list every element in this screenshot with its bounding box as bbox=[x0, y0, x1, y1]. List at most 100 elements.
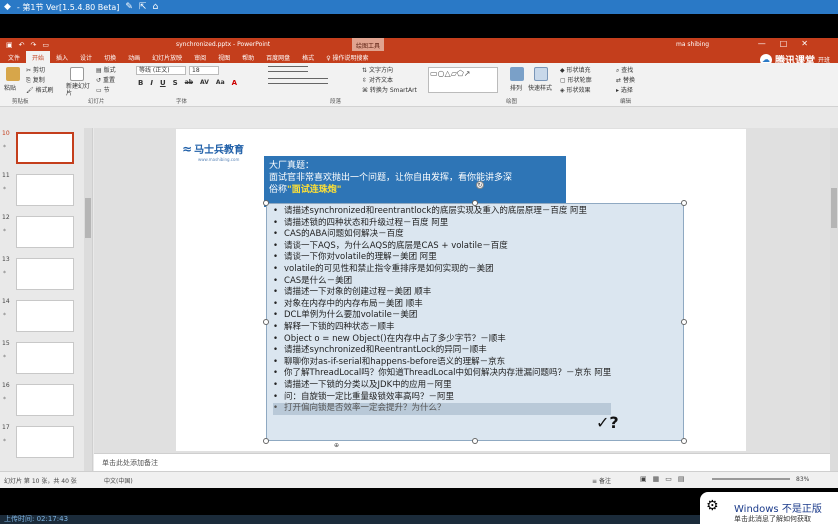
thumbnail-preview[interactable] bbox=[16, 216, 74, 248]
tab-home[interactable]: 开始 bbox=[26, 51, 51, 63]
shape-outline-button[interactable]: ▢ 形状轮廓 bbox=[560, 75, 592, 84]
slide-thumbnail[interactable]: 13 * bbox=[0, 256, 92, 292]
resize-handle[interactable] bbox=[681, 200, 687, 206]
interview-banner[interactable]: 大厂真题： 面试官非常喜欢抛出一个问题，让你自由发挥，看你能讲多深 俗称"面试连… bbox=[264, 156, 566, 207]
slide-thumbnail[interactable]: 14 * bbox=[0, 298, 92, 334]
tab-review[interactable]: 审阅 bbox=[188, 51, 212, 63]
thumbnail-preview[interactable] bbox=[16, 174, 74, 206]
copy-button[interactable]: ⎘ 复制 bbox=[26, 75, 45, 85]
font-color-button[interactable]: A bbox=[232, 79, 237, 87]
save-icon[interactable]: ▣ bbox=[6, 41, 13, 49]
scrollbar-thumb[interactable] bbox=[85, 198, 91, 238]
redo-icon[interactable]: ↷ bbox=[31, 41, 37, 49]
tab-animations[interactable]: 动画 bbox=[122, 51, 146, 63]
tell-me-search[interactable]: ♀ 操作说明搜索 bbox=[320, 51, 374, 63]
minimize-icon[interactable]: — bbox=[758, 39, 766, 48]
new-slide-icon[interactable] bbox=[70, 67, 84, 81]
slide-thumbnail[interactable]: 16 * bbox=[0, 382, 92, 418]
resize-handle[interactable] bbox=[263, 200, 269, 206]
tab-baidu[interactable]: 百度网盘 bbox=[260, 51, 296, 63]
bullets-icon[interactable] bbox=[268, 66, 308, 72]
reset-button[interactable]: ↺ 重置 bbox=[96, 75, 115, 84]
align-text-button[interactable]: ⇳ 对齐文本 bbox=[362, 75, 393, 84]
font-name-select[interactable]: 等线 (正文) bbox=[136, 66, 186, 75]
zoom-level[interactable]: 83% bbox=[796, 476, 809, 483]
slide-thumbnail[interactable]: 11 * bbox=[0, 172, 92, 208]
rotate-handle-icon[interactable]: ↻ bbox=[476, 181, 484, 189]
thumbnail-preview[interactable] bbox=[16, 300, 74, 332]
select-button[interactable]: ▸ 选择 bbox=[616, 85, 633, 94]
tab-transitions[interactable]: 切换 bbox=[98, 51, 122, 63]
arrange-button[interactable]: 排列 bbox=[510, 83, 522, 92]
tab-format[interactable]: 格式 bbox=[296, 51, 320, 63]
bold-button[interactable]: B bbox=[138, 79, 143, 87]
resize-handle[interactable] bbox=[472, 200, 478, 206]
font-size-select[interactable]: 18 bbox=[189, 66, 219, 75]
change-case-button[interactable]: Aa bbox=[216, 79, 225, 87]
windows-activation-notice[interactable]: ⚙ Windows 不是正版 单击此消息了解如何获取 bbox=[700, 492, 838, 524]
cut-button[interactable]: ✂ 剪切 bbox=[26, 65, 45, 74]
section-button[interactable]: ▭ 节 bbox=[96, 85, 110, 94]
align-icon[interactable] bbox=[268, 78, 328, 84]
tab-view[interactable]: 视图 bbox=[212, 51, 236, 63]
vertical-scrollbar[interactable] bbox=[830, 128, 838, 471]
thumbnail-scrollbar[interactable] bbox=[84, 128, 92, 471]
tab-slideshow[interactable]: 幻灯片放映 bbox=[146, 51, 188, 63]
question-item: CAS是什么－美团 bbox=[273, 276, 611, 288]
arrange-icon[interactable] bbox=[510, 67, 524, 81]
resize-handle[interactable] bbox=[263, 319, 269, 325]
tab-design[interactable]: 设计 bbox=[74, 51, 98, 63]
shadow-button[interactable]: S bbox=[173, 79, 178, 87]
notes-pane[interactable]: 单击此处添加备注 bbox=[94, 453, 830, 471]
paste-button[interactable]: 粘贴 bbox=[4, 83, 16, 92]
text-direction-button[interactable]: ⇅ 文字方向 bbox=[362, 65, 393, 74]
notes-toggle[interactable]: ≡ 备注 bbox=[592, 476, 611, 485]
quick-styles-icon[interactable] bbox=[534, 67, 548, 81]
zoom-slider[interactable] bbox=[712, 478, 790, 480]
italic-button[interactable]: I bbox=[150, 79, 153, 87]
user-name[interactable]: ma shibing bbox=[676, 41, 709, 48]
underline-button[interactable]: U bbox=[160, 79, 166, 87]
thumbnail-preview[interactable] bbox=[16, 384, 74, 416]
language-indicator[interactable]: 中文(中国) bbox=[104, 476, 133, 485]
tab-file[interactable]: 文件 bbox=[2, 51, 26, 63]
view-buttons[interactable]: ▣▦▭▤ bbox=[640, 475, 690, 483]
scrollbar-thumb[interactable] bbox=[831, 188, 837, 228]
new-slide-button[interactable]: 新建幻灯片 bbox=[66, 83, 90, 97]
smartart-button[interactable]: ⌘ 转换为 SmartArt bbox=[362, 85, 417, 94]
present-icon[interactable]: ▭ bbox=[42, 41, 49, 49]
char-spacing-button[interactable]: AV bbox=[200, 79, 209, 87]
thumbnail-preview[interactable] bbox=[16, 426, 74, 458]
ribbon: 粘贴 ✂ 剪切 ⎘ 复制 🖌 格式刷 剪贴板 新建幻灯片 ▤ 版式 ↺ 重置 ▭… bbox=[0, 63, 838, 107]
resize-handle[interactable] bbox=[472, 438, 478, 444]
slide-thumbnail[interactable]: 10 * bbox=[0, 130, 92, 166]
tab-insert[interactable]: 插入 bbox=[50, 51, 74, 63]
resize-handle[interactable] bbox=[681, 438, 687, 444]
tab-help[interactable]: 帮助 bbox=[236, 51, 260, 63]
home-icon[interactable]: ⌂ bbox=[152, 2, 158, 12]
close-icon[interactable]: ✕ bbox=[801, 39, 808, 48]
shape-effects-button[interactable]: ◈ 形状效果 bbox=[560, 85, 591, 94]
shape-fill-button[interactable]: ◆ 形状填充 bbox=[560, 65, 591, 74]
thumbnail-preview[interactable] bbox=[16, 132, 74, 164]
quick-styles-button[interactable]: 快速样式 bbox=[528, 83, 552, 92]
undo-icon[interactable]: ↶ bbox=[19, 41, 25, 49]
layout-button[interactable]: ▤ 版式 bbox=[96, 65, 116, 74]
slide-thumbnail[interactable]: 15 * bbox=[0, 340, 92, 376]
maximize-icon[interactable]: □ bbox=[780, 39, 788, 48]
question-textbox[interactable]: 请描述synchronized和reentrantlock的底层实现及重入的底层… bbox=[266, 203, 684, 441]
resize-handle[interactable] bbox=[263, 438, 269, 444]
replace-button[interactable]: ⇄ 替换 bbox=[616, 75, 635, 84]
resize-handle[interactable] bbox=[681, 319, 687, 325]
find-button[interactable]: ⌕ 查找 bbox=[616, 65, 633, 75]
format-painter-button[interactable]: 🖌 格式刷 bbox=[26, 85, 54, 94]
strikethrough-button[interactable]: ab bbox=[185, 79, 193, 87]
shapes-gallery[interactable]: ▭○△▱⬠↗ bbox=[428, 67, 498, 93]
edit-icon[interactable]: ✎ bbox=[125, 2, 133, 12]
thumbnail-preview[interactable] bbox=[16, 258, 74, 290]
slide-thumbnail[interactable]: 12 * bbox=[0, 214, 92, 250]
paste-icon[interactable] bbox=[6, 67, 20, 81]
thumbnail-preview[interactable] bbox=[16, 342, 74, 374]
slide-thumbnail[interactable]: 17 * bbox=[0, 424, 92, 460]
share-icon[interactable]: ⇱ bbox=[139, 2, 147, 12]
